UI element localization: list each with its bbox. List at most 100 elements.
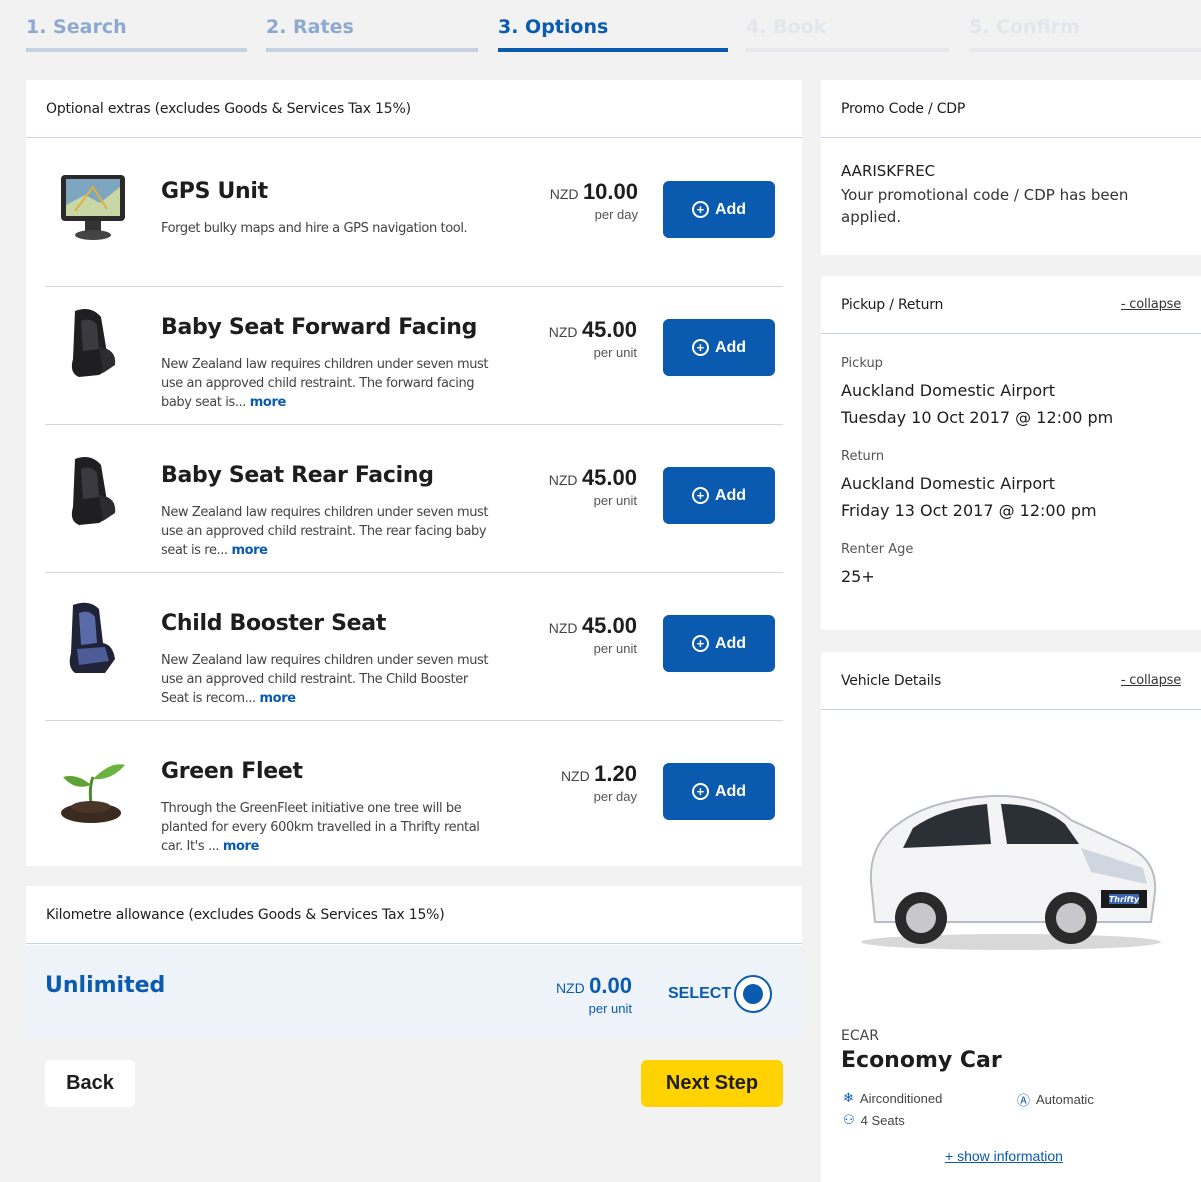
extra-item-baby-seat-forward: Baby Seat Forward Facing New Zealand law… [45,277,783,425]
renter-age-value: 25+ [841,567,875,586]
pickup-time: Tuesday 10 Oct 2017 @ 12:00 pm [841,408,1114,427]
return-location-text: Auckland Domestic Airport [841,474,1056,493]
step-label: 1. Search [26,16,127,38]
next-step-button[interactable]: Next Step [641,1060,783,1107]
km-title: Unlimited [45,973,166,998]
return-location: Auckland Domestic Airport Friday 13 Oct 2… [841,470,1181,524]
add-gps-button[interactable]: + Add [663,181,775,238]
feature-label: 4 Seats [860,1112,905,1128]
desc-text: New Zealand law requires children under … [161,357,489,410]
step-search[interactable]: 1. Search [26,12,247,52]
seats-people-icon: ⚇ [843,1112,855,1127]
plus-circle-icon: + [691,487,709,504]
extra-price: NZD 45.00 per unit [549,465,637,508]
pickup-label: Pickup [841,356,883,371]
extra-price: NZD 45.00 per unit [549,613,637,656]
price-currency: NZD [548,472,578,488]
add-baby-seat-forward-button[interactable]: + Add [663,319,775,376]
vehicle-info-block: ECAR Economy Car [841,1028,1002,1073]
promo-code-value: AARISKFREC [841,162,936,180]
more-link[interactable]: more [250,395,287,410]
back-button[interactable]: Back [45,1060,135,1107]
extra-price: NZD 1.20 per day [561,761,637,804]
price-unit: per unit [593,493,637,508]
step-label: 3. Options [498,16,609,38]
step-label: 5. Confirm [969,16,1080,38]
km-price: NZD 0.00 per unit [546,973,632,1016]
return-time: Friday 13 Oct 2017 @ 12:00 pm [841,501,1097,520]
booster-seat-icon [69,602,115,673]
step-label: 2. Rates [266,16,354,38]
vehicle-header: Vehicle Details - collapse [821,652,1201,710]
price-unit: per unit [593,345,637,360]
feature-seats: ⚇ 4 Seats [843,1112,905,1128]
plus-circle-icon: + [691,783,709,800]
promo-message: Your promotional code / CDP has been app… [841,186,1129,226]
desc-text: New Zealand law requires children under … [161,505,489,558]
extra-title: Baby Seat Rear Facing [161,463,434,488]
vehicle-header-label: Vehicle Details [841,672,942,689]
baby-seat-icon [71,457,116,525]
gps-unit-icon [61,175,125,240]
add-child-booster-button[interactable]: + Add [663,615,775,672]
automatic-icon: Ⓐ [1017,1093,1031,1108]
add-label: Add [714,200,747,218]
extra-title: Child Booster Seat [161,611,387,636]
add-label: Add [714,634,747,652]
feature-aircon: ❄ Airconditioned [843,1090,942,1106]
step-rates[interactable]: 2. Rates [266,12,478,52]
vehicle-details-panel: Vehicle Details - collapse Thrifty ECAR … [821,652,1201,1182]
plant-seedling-icon [61,764,125,823]
price-currency: NZD [560,768,590,784]
extra-title: GPS Unit [161,179,268,204]
km-select-radio[interactable] [734,975,772,1013]
vehicle-code: ECAR [841,1028,879,1044]
thrifty-badge-text: Thrifty [1109,895,1140,904]
extra-title: Baby Seat Forward Facing [161,315,478,340]
more-link[interactable]: more [260,691,297,706]
snowflake-icon: ❄ [843,1090,854,1105]
desc-text: New Zealand law requires children under … [161,653,489,706]
vehicle-car-image: Thrifty [861,794,1161,950]
baby-seat-icon [71,309,116,377]
extra-description: Forget bulky maps and hire a GPS navigat… [161,219,496,238]
extra-description: New Zealand law requires children under … [161,355,496,412]
extra-item-green-fleet: Green Fleet Through the GreenFleet initi… [45,721,783,869]
feature-label: Airconditioned [859,1090,943,1106]
add-label: Add [714,338,747,356]
extra-title: Green Fleet [161,759,303,784]
extra-description: Through the GreenFleet initiative one tr… [161,799,496,856]
add-baby-seat-rear-button[interactable]: + Add [663,467,775,524]
more-link[interactable]: more [231,543,268,558]
price-amount: 10.00 [582,179,638,204]
extra-price: NZD 10.00 per day [550,179,638,222]
pickup-return-panel: Pickup / Return - collapse Pickup Auckla… [821,276,1201,630]
price-amount: 0.00 [589,973,632,998]
desc-text: Forget bulky maps and hire a GPS navigat… [161,221,468,236]
more-link[interactable]: more [223,839,260,854]
price-currency: NZD [549,186,579,202]
progress-steps: 1. Search 2. Rates 3. Options 4. Book 5.… [26,12,1201,52]
add-green-fleet-button[interactable]: + Add [663,763,775,820]
price-unit: per unit [593,641,637,656]
collapse-vehicle-link[interactable]: - collapse [1121,673,1181,688]
extras-header: Optional extras (excludes Goods & Servic… [26,80,802,138]
desc-text: Through the GreenFleet initiative one tr… [161,801,480,854]
select-label: SELECT [668,985,732,1002]
promo-panel: Promo Code / CDP AARISKFREC Your promoti… [821,80,1201,255]
pickup-location-text: Auckland Domestic Airport [841,381,1056,400]
price-unit: per unit [588,1001,632,1016]
collapse-pickup-link[interactable]: - collapse [1121,297,1181,312]
show-information-link[interactable]: + show information [945,1148,1063,1164]
step-book: 4. Book [746,12,949,52]
feature-automatic: Ⓐ Automatic [1017,1090,1094,1109]
extra-item-baby-seat-rear: Baby Seat Rear Facing New Zealand law re… [45,425,783,573]
pickup-location: Auckland Domestic Airport Tuesday 10 Oct … [841,377,1181,431]
extra-description: New Zealand law requires children under … [161,651,496,708]
pickup-header: Pickup / Return - collapse [821,276,1201,334]
price-amount: 1.20 [594,761,637,786]
price-unit: per day [594,207,638,222]
km-option-unlimited[interactable]: Unlimited NZD 0.00 per unit SELECT [26,945,802,1038]
vehicle-name: Economy Car [841,1048,1002,1073]
plus-circle-icon: + [691,339,709,356]
